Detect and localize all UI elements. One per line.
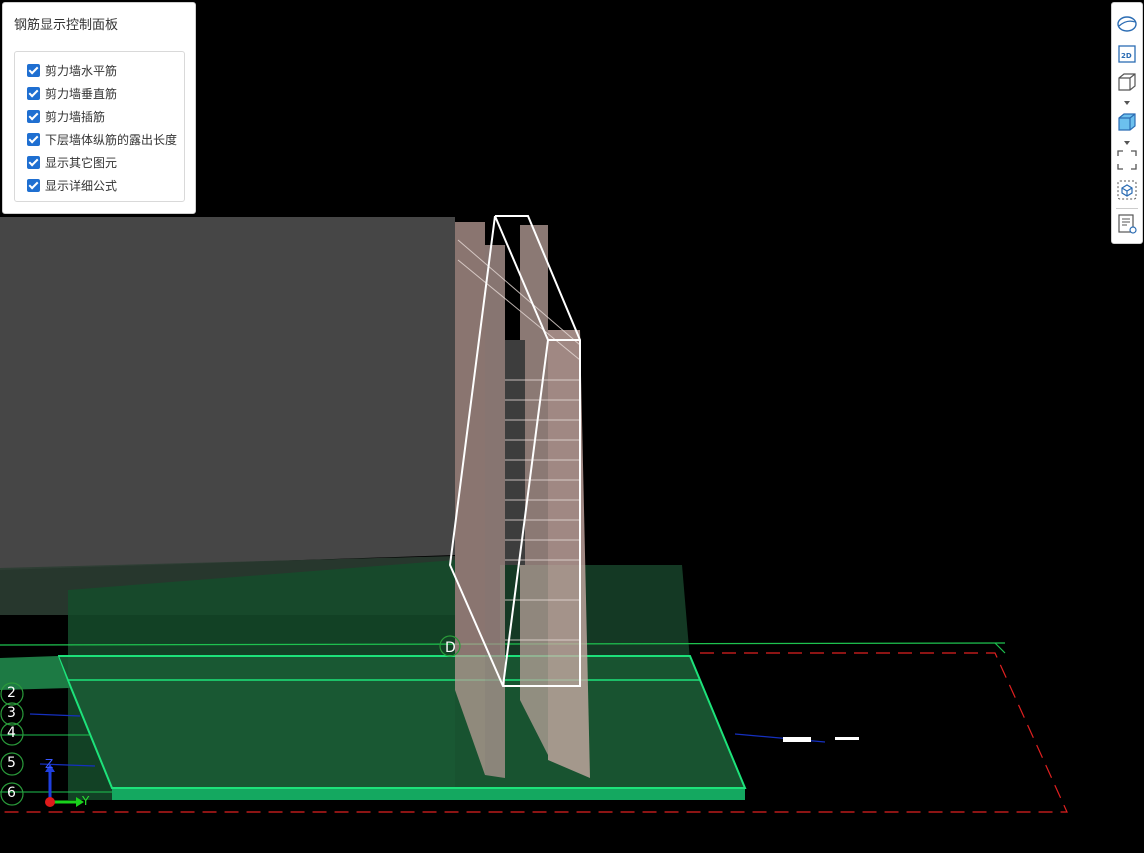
isolate-icon[interactable]	[1116, 179, 1138, 201]
axis-label-4: 4	[7, 725, 16, 741]
checkbox-checked[interactable]	[27, 109, 40, 123]
orbit-icon[interactable]	[1116, 13, 1138, 35]
option-wall-dowel-rebar[interactable]: 剪力墙插筋	[27, 108, 105, 124]
option-show-other-elements[interactable]: 显示其它图元	[27, 154, 117, 170]
2d-label: 2D	[1121, 52, 1132, 60]
white-tag	[783, 737, 811, 742]
checkbox-checked[interactable]	[27, 63, 40, 77]
wireframe-box-icon[interactable]	[1116, 71, 1138, 93]
rebar-display-control-panel: 钢筋显示控制面板 剪力墙水平筋 剪力墙垂直筋 剪力墙插筋 下层墙体纵筋的露出长度…	[2, 2, 196, 214]
option-label: 显示其它图元	[45, 155, 118, 170]
option-label: 剪力墙插筋	[45, 109, 106, 124]
axis-label-3: 3	[7, 705, 16, 721]
axis-label-2: 2	[7, 685, 16, 701]
option-show-detailed-formula[interactable]: 显示详细公式	[27, 177, 117, 193]
checkbox-checked[interactable]	[27, 132, 40, 146]
panel-title: 钢筋显示控制面板	[14, 18, 119, 33]
option-wall-horizontal-rebar[interactable]: 剪力墙水平筋	[27, 62, 117, 78]
option-label: 剪力墙水平筋	[45, 63, 118, 78]
blue-dim-line	[734, 733, 826, 743]
2d-view-icon[interactable]: 2D	[1116, 43, 1138, 65]
option-label: 下层墙体纵筋的露出长度	[45, 132, 178, 147]
wireframe-dropdown-caret[interactable]	[1124, 101, 1130, 105]
solid-box-icon[interactable]	[1116, 111, 1138, 133]
option-label: 显示详细公式	[45, 178, 118, 193]
slab-top	[58, 656, 745, 788]
list-view-icon[interactable]	[1116, 213, 1138, 235]
grid-marker: D	[445, 640, 456, 656]
wall-panel	[0, 217, 455, 570]
axis-label-5: 5	[7, 755, 16, 771]
options-group: 剪力墙水平筋 剪力墙垂直筋 剪力墙插筋 下层墙体纵筋的露出长度 显示其它图元 显…	[14, 51, 185, 202]
slab-front-face	[112, 788, 745, 800]
axis-label-6: 6	[7, 785, 16, 801]
option-wall-vertical-rebar[interactable]: 剪力墙垂直筋	[27, 85, 117, 101]
checkbox-checked[interactable]	[27, 178, 40, 192]
checkbox-checked[interactable]	[27, 155, 40, 169]
checkbox-checked[interactable]	[27, 86, 40, 100]
toolbar-divider	[1116, 208, 1138, 209]
fit-view-icon[interactable]	[1116, 149, 1138, 171]
gizmo-y-label: Y	[82, 794, 90, 808]
option-lower-wall-exposed-length[interactable]: 下层墙体纵筋的露出长度	[27, 131, 177, 147]
view-toolbar: 2D	[1111, 2, 1143, 244]
green-grid-line	[994, 642, 1006, 654]
rebar-cage	[455, 222, 590, 778]
solid-dropdown-caret[interactable]	[1124, 141, 1130, 145]
gizmo-z-label: Z	[45, 757, 54, 771]
option-label: 剪力墙垂直筋	[45, 86, 118, 101]
white-tag	[835, 737, 859, 740]
